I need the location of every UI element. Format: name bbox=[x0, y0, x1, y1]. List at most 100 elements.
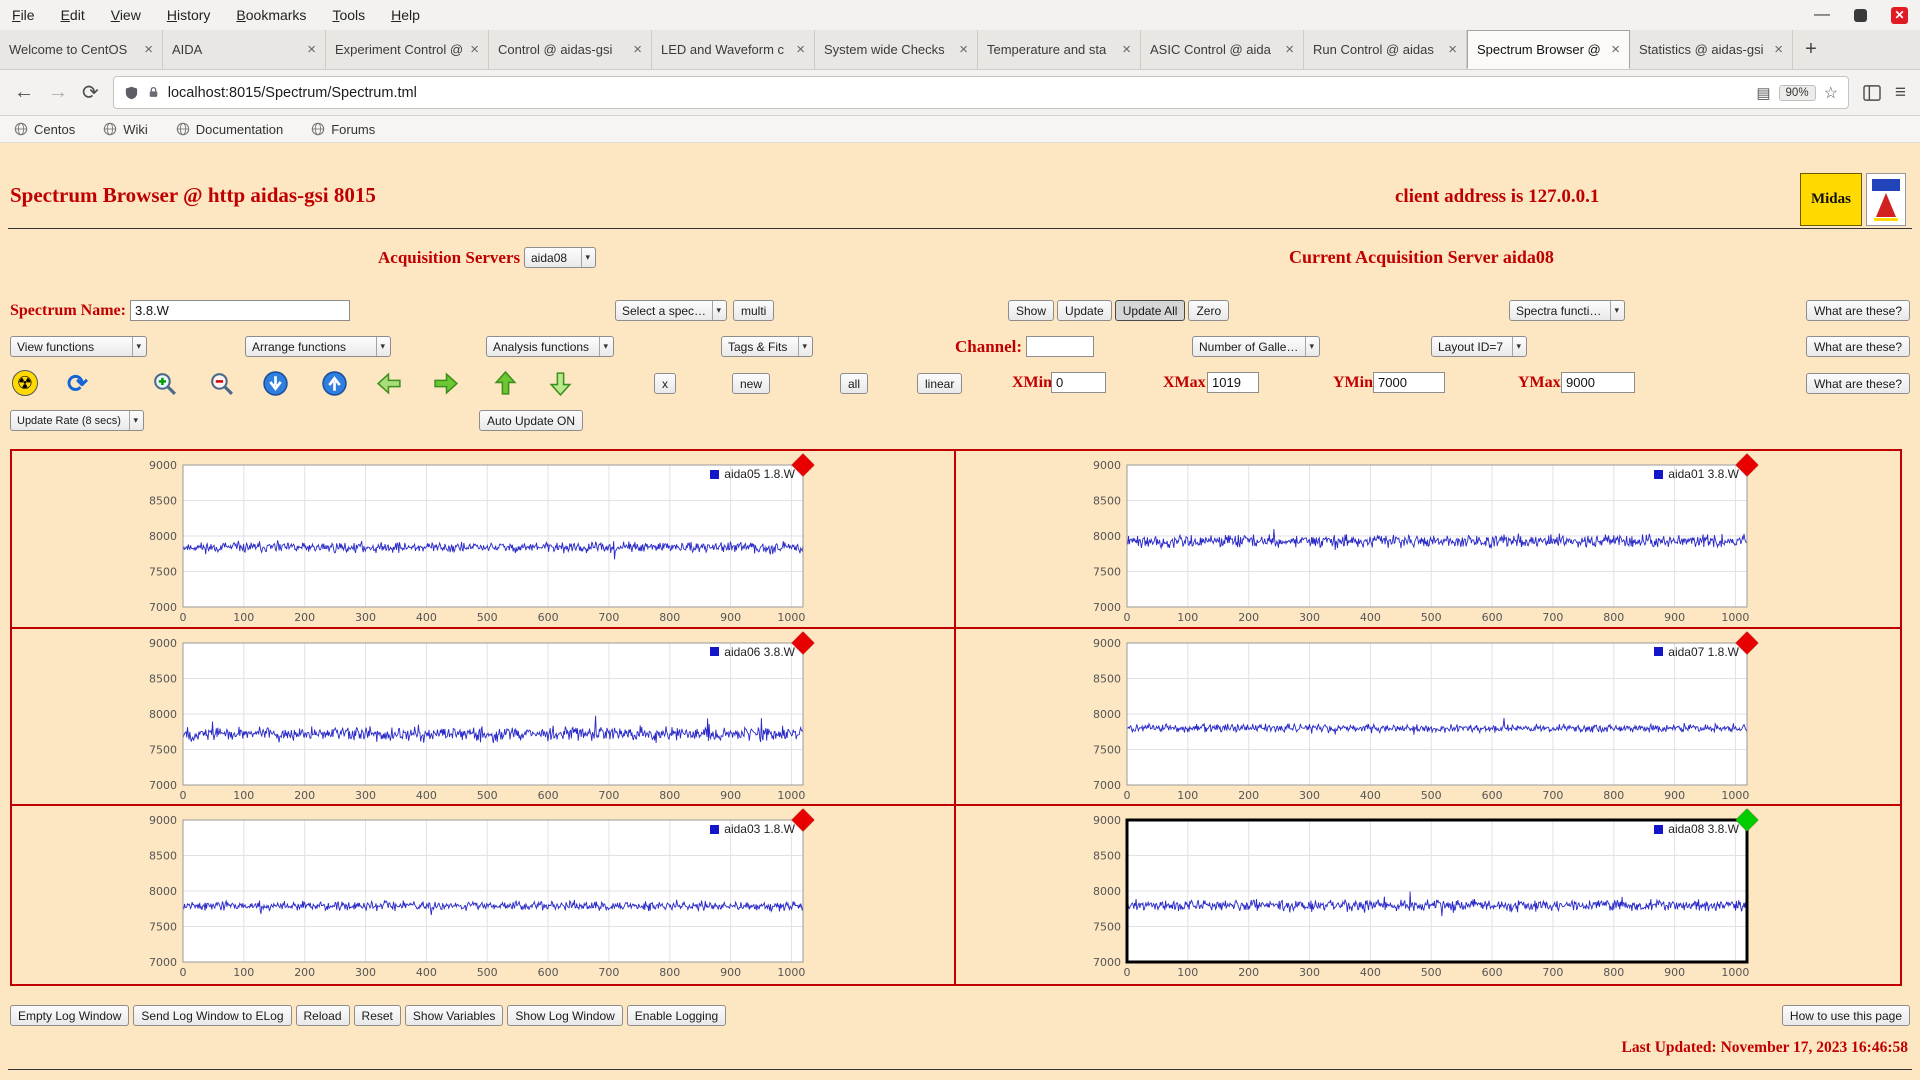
tab-8[interactable]: ASIC Control @ aida× bbox=[1141, 30, 1304, 69]
tab-4[interactable]: Control @ aidas-gsi× bbox=[489, 30, 652, 69]
ymax-input[interactable] bbox=[1561, 372, 1635, 393]
xmax-input[interactable] bbox=[1207, 372, 1259, 393]
app-menu-icon[interactable]: ≡ bbox=[1895, 82, 1906, 104]
pan-left-icon[interactable] bbox=[376, 370, 403, 397]
tab-close-icon[interactable]: × bbox=[796, 41, 805, 58]
tab-1[interactable]: Welcome to CentOS× bbox=[0, 30, 163, 69]
new-tab-button[interactable]: + bbox=[1793, 30, 1829, 69]
menu-history[interactable]: History bbox=[167, 7, 211, 23]
url-bar[interactable]: localhost:8015/Spectrum/Spectrum.tml ▤ 9… bbox=[113, 76, 1849, 109]
back-icon[interactable]: ← bbox=[14, 81, 34, 104]
zoom-in-icon[interactable] bbox=[151, 370, 178, 397]
sidebar-icon[interactable] bbox=[1863, 85, 1881, 101]
empty-log-window-button[interactable]: Empty Log Window bbox=[10, 1005, 129, 1026]
tab-9[interactable]: Run Control @ aidas× bbox=[1304, 30, 1467, 69]
tab-5[interactable]: LED and Waveform c× bbox=[652, 30, 815, 69]
tab-close-icon[interactable]: × bbox=[1448, 41, 1457, 58]
tab-6[interactable]: System wide Checks× bbox=[815, 30, 978, 69]
bookmark-wiki[interactable]: Wiki bbox=[103, 122, 148, 137]
zoom-out-icon[interactable] bbox=[208, 370, 235, 397]
send-log-window-to-elog-button[interactable]: Send Log Window to ELog bbox=[133, 1005, 291, 1026]
all-button[interactable]: all bbox=[840, 373, 868, 394]
auto-update-button[interactable]: Auto Update ON bbox=[479, 410, 583, 431]
update-button[interactable]: Update bbox=[1057, 300, 1112, 321]
bookmark-forums[interactable]: Forums bbox=[311, 122, 375, 137]
menu-view[interactable]: View bbox=[111, 7, 141, 23]
menu-file[interactable]: File bbox=[12, 7, 35, 23]
bookmark-centos[interactable]: Centos bbox=[14, 122, 75, 137]
tab-close-icon[interactable]: × bbox=[1122, 41, 1131, 58]
zero-button[interactable]: Zero bbox=[1188, 300, 1229, 321]
zoom-level-badge[interactable]: 90% bbox=[1779, 85, 1816, 101]
close-icon[interactable]: ✕ bbox=[1891, 7, 1908, 24]
circle-arrow-up-icon[interactable] bbox=[321, 370, 348, 397]
arrange-functions-dropdown[interactable]: Arrange functions▾ bbox=[245, 336, 391, 357]
site-security-lock-icon[interactable] bbox=[147, 85, 160, 100]
menu-edit[interactable]: Edit bbox=[61, 7, 85, 23]
pan-up-icon[interactable] bbox=[492, 370, 519, 397]
enable-logging-button[interactable]: Enable Logging bbox=[627, 1005, 726, 1026]
url-text[interactable]: localhost:8015/Spectrum/Spectrum.tml bbox=[168, 85, 1749, 101]
show-log-window-button[interactable]: Show Log Window bbox=[507, 1005, 622, 1026]
bookmark-star-icon[interactable]: ☆ bbox=[1824, 83, 1838, 103]
minimize-icon[interactable]: — bbox=[1814, 6, 1830, 24]
radiation-icon[interactable]: ☢ bbox=[12, 370, 38, 396]
reader-mode-icon[interactable]: ▤ bbox=[1756, 84, 1770, 102]
tracking-shield-icon[interactable] bbox=[124, 85, 139, 101]
analysis-functions-dropdown[interactable]: Analysis functions▾ bbox=[486, 336, 614, 357]
gallery-cell-4[interactable]: 7000750080008500900001002003004005006007… bbox=[956, 629, 1900, 807]
show-button[interactable]: Show bbox=[1008, 300, 1054, 321]
tab-2[interactable]: AIDA× bbox=[163, 30, 326, 69]
x-button[interactable]: x bbox=[654, 373, 676, 394]
new-button[interactable]: new bbox=[732, 373, 770, 394]
tab-close-icon[interactable]: × bbox=[1611, 41, 1620, 58]
gallery-cell-2[interactable]: 7000750080008500900001002003004005006007… bbox=[956, 451, 1900, 629]
multi-button[interactable]: multi bbox=[733, 300, 774, 321]
tab-close-icon[interactable]: × bbox=[470, 41, 479, 58]
forward-icon[interactable]: → bbox=[48, 81, 68, 104]
pan-down-icon[interactable] bbox=[547, 370, 574, 397]
acquisition-server-select[interactable]: aida08▾ bbox=[524, 247, 596, 268]
what-are-these-button-3[interactable]: What are these? bbox=[1806, 373, 1910, 394]
gallery-cell-6[interactable]: 7000750080008500900001002003004005006007… bbox=[956, 806, 1900, 984]
tab-7[interactable]: Temperature and sta× bbox=[978, 30, 1141, 69]
tab-3[interactable]: Experiment Control @× bbox=[326, 30, 489, 69]
reload-button[interactable]: Reload bbox=[296, 1005, 350, 1026]
view-functions-dropdown[interactable]: View functions▾ bbox=[10, 336, 147, 357]
tab-close-icon[interactable]: × bbox=[633, 41, 642, 58]
ymin-input[interactable] bbox=[1373, 372, 1445, 393]
tab-close-icon[interactable]: × bbox=[959, 41, 968, 58]
update-rate-dropdown[interactable]: Update Rate (8 secs)▾ bbox=[10, 410, 144, 431]
tab-10[interactable]: Spectrum Browser @× bbox=[1467, 30, 1630, 69]
pan-right-icon[interactable] bbox=[432, 370, 459, 397]
show-variables-button[interactable]: Show Variables bbox=[405, 1005, 504, 1026]
menu-help[interactable]: Help bbox=[391, 7, 420, 23]
update-all-button[interactable]: Update All bbox=[1115, 300, 1186, 321]
select-spectrum-dropdown[interactable]: Select a spectrum▾ bbox=[615, 300, 727, 321]
tab-11[interactable]: Statistics @ aidas-gsi× bbox=[1630, 30, 1793, 69]
how-to-use-button[interactable]: How to use this page bbox=[1782, 1005, 1910, 1026]
maximize-icon[interactable] bbox=[1854, 9, 1867, 22]
gallery-cell-5[interactable]: 7000750080008500900001002003004005006007… bbox=[12, 806, 956, 984]
bookmark-documentation[interactable]: Documentation bbox=[176, 122, 283, 137]
reset-button[interactable]: Reset bbox=[354, 1005, 401, 1026]
gallery-cell-3[interactable]: 7000750080008500900001002003004005006007… bbox=[12, 629, 956, 807]
gallery-cell-1[interactable]: 7000750080008500900001002003004005006007… bbox=[12, 451, 956, 629]
what-are-these-button-1[interactable]: What are these? bbox=[1806, 300, 1910, 321]
circle-arrow-down-icon[interactable] bbox=[262, 370, 289, 397]
spectra-functions-dropdown[interactable]: Spectra functions▾ bbox=[1509, 300, 1625, 321]
menu-bookmarks[interactable]: Bookmarks bbox=[236, 7, 306, 23]
spectrum-name-input[interactable] bbox=[130, 300, 350, 321]
tab-close-icon[interactable]: × bbox=[144, 41, 153, 58]
what-are-these-button-2[interactable]: What are these? bbox=[1806, 336, 1910, 357]
tab-close-icon[interactable]: × bbox=[1774, 41, 1783, 58]
reload-icon[interactable]: ⟳ bbox=[82, 80, 99, 105]
number-of-galleries-dropdown[interactable]: Number of Galleries▾ bbox=[1192, 336, 1320, 357]
menu-tools[interactable]: Tools bbox=[332, 7, 365, 23]
layout-id-dropdown[interactable]: Layout ID=7▾ bbox=[1431, 336, 1527, 357]
tags-fits-dropdown[interactable]: Tags & Fits▾ bbox=[721, 336, 813, 357]
linear-button[interactable]: linear bbox=[917, 373, 962, 394]
xmin-input[interactable] bbox=[1051, 372, 1106, 393]
channel-input[interactable] bbox=[1026, 336, 1094, 357]
tab-close-icon[interactable]: × bbox=[1285, 41, 1294, 58]
